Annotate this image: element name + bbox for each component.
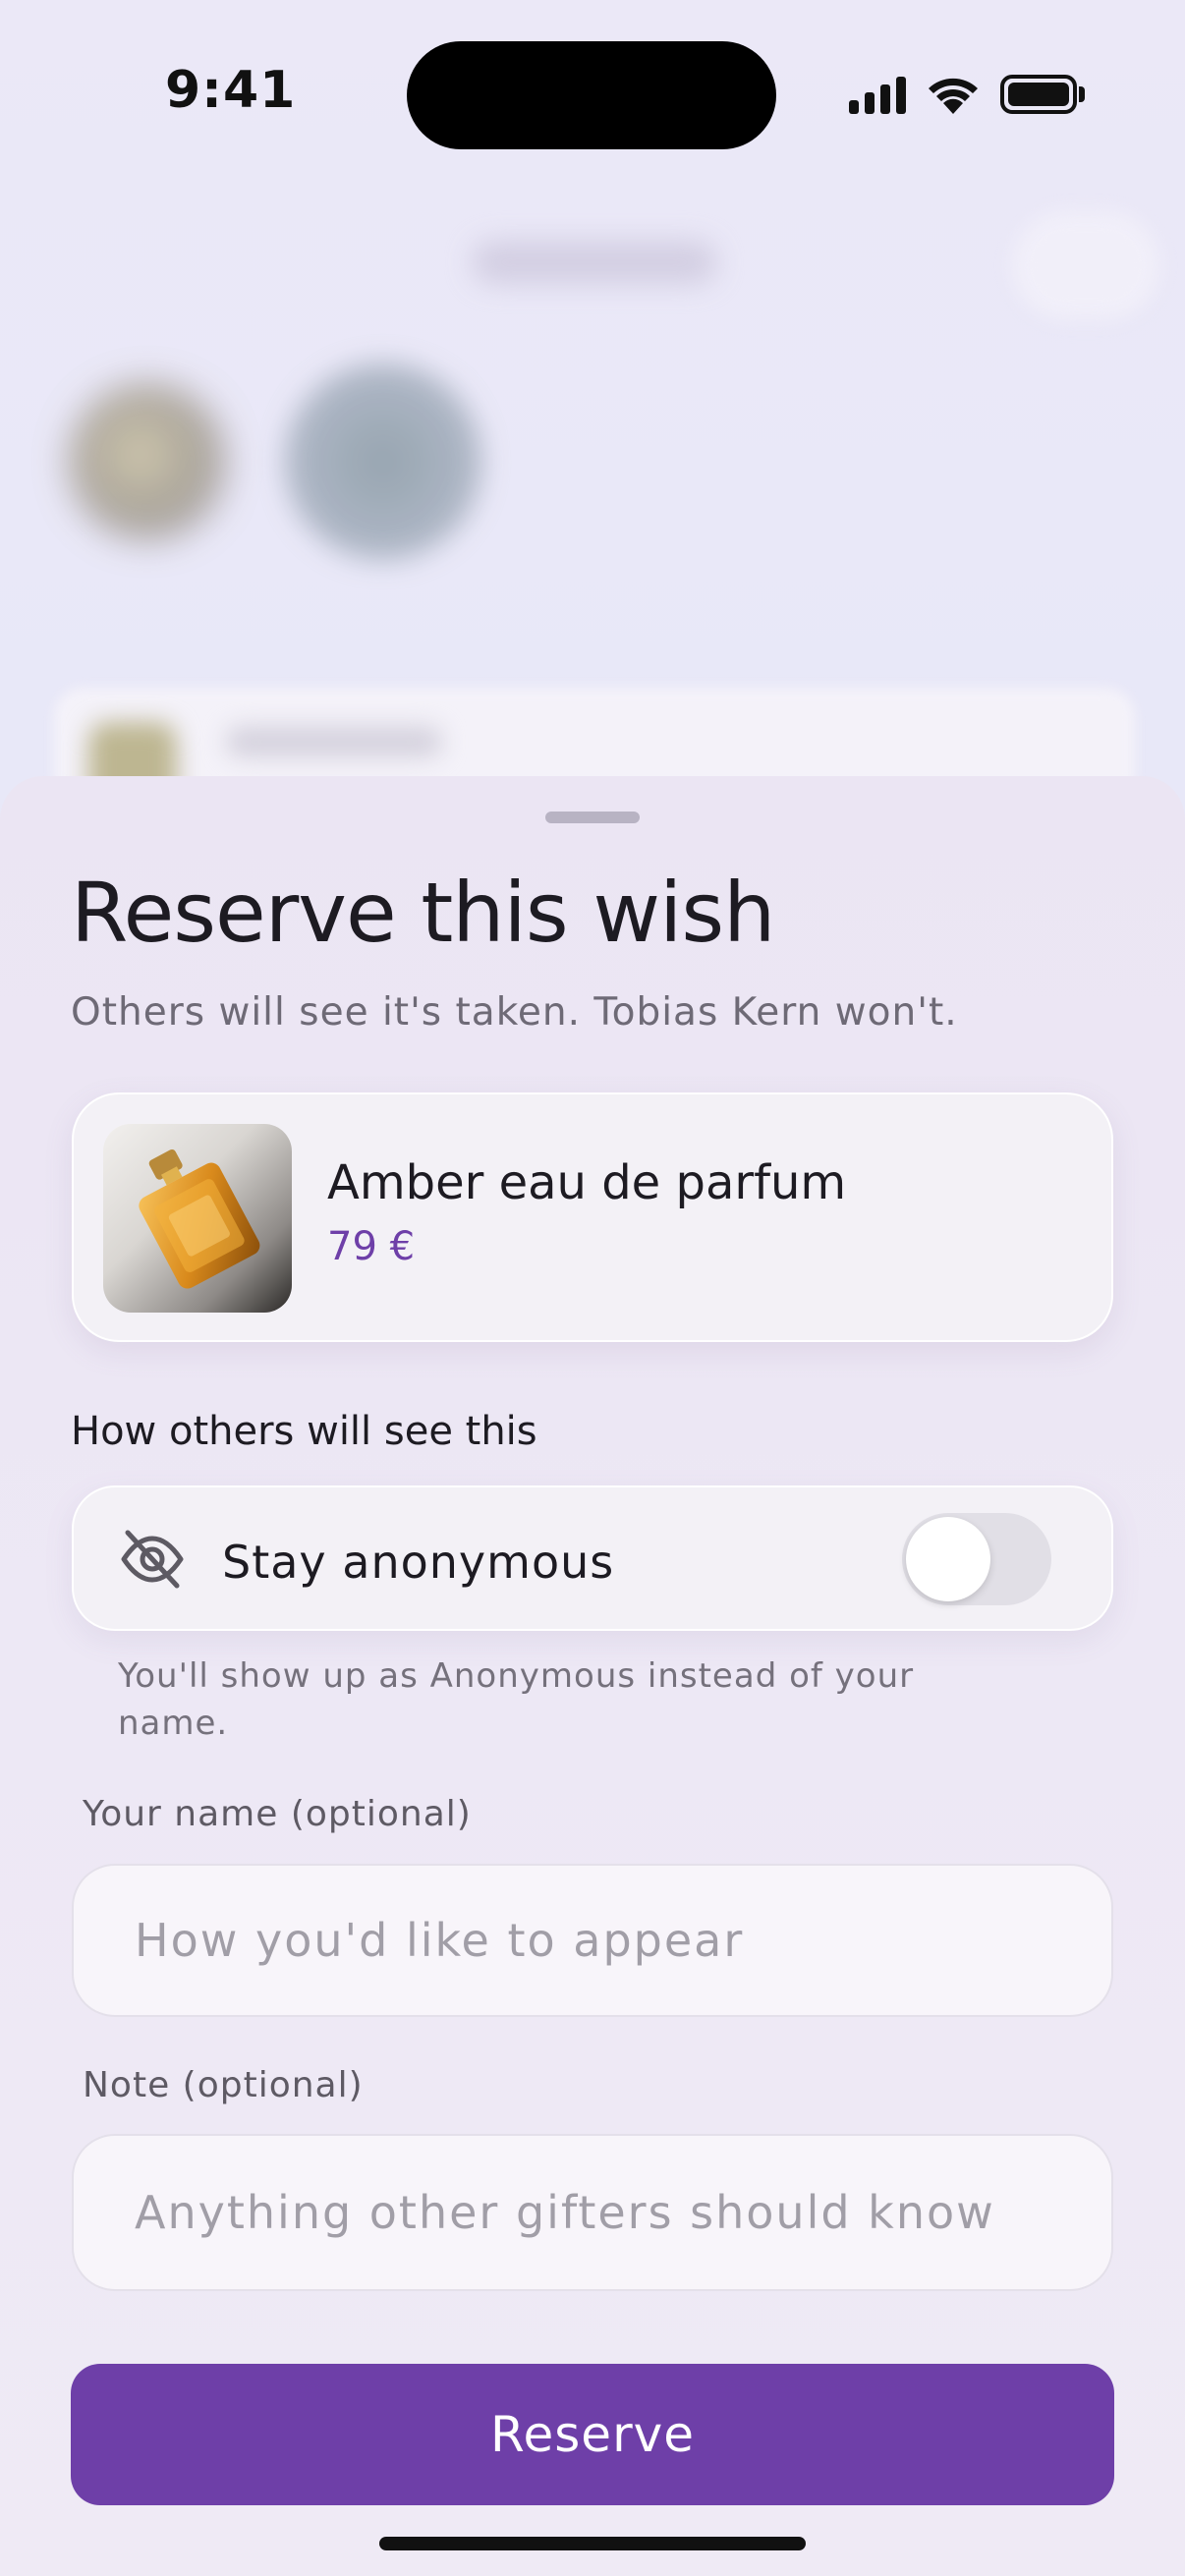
background-avatar-blur xyxy=(285,364,481,560)
toggle-knob xyxy=(906,1517,990,1601)
anonymous-toggle-switch[interactable] xyxy=(902,1513,1051,1605)
item-price: 79 € xyxy=(327,1224,416,1269)
eye-slash-icon xyxy=(121,1530,184,1589)
background-card-text-blur xyxy=(226,727,442,756)
status-time: 9:41 xyxy=(165,61,297,120)
anonymous-help-text: You'll show up as Anonymous instead of y… xyxy=(118,1656,915,1743)
sheet-grabber[interactable] xyxy=(545,812,640,823)
background-title-blur xyxy=(472,241,717,284)
battery-icon xyxy=(1000,75,1077,114)
dynamic-island xyxy=(407,41,776,149)
anonymous-toggle-label: Stay anonymous xyxy=(222,1536,615,1589)
sheet-subtitle: Others will see it's taken. Tobias Kern … xyxy=(71,990,958,1035)
background-button-blur xyxy=(1012,211,1159,319)
name-field-label: Your name (optional) xyxy=(83,1794,472,1834)
wifi-icon xyxy=(929,78,978,114)
visibility-section-label: How others will see this xyxy=(71,1409,537,1454)
background-avatar-blur xyxy=(69,383,226,540)
cellular-signal-icon xyxy=(849,75,906,114)
item-image xyxy=(103,1124,292,1313)
sheet-title: Reserve this wish xyxy=(71,865,775,961)
note-input[interactable] xyxy=(72,2134,1113,2291)
name-input[interactable] xyxy=(72,1864,1113,2017)
battery-cap xyxy=(1079,86,1085,102)
item-name: Amber eau de parfum xyxy=(327,1155,847,1210)
note-field-label: Note (optional) xyxy=(83,2065,364,2105)
reserve-button[interactable]: Reserve xyxy=(71,2364,1114,2505)
home-indicator xyxy=(379,2537,806,2550)
